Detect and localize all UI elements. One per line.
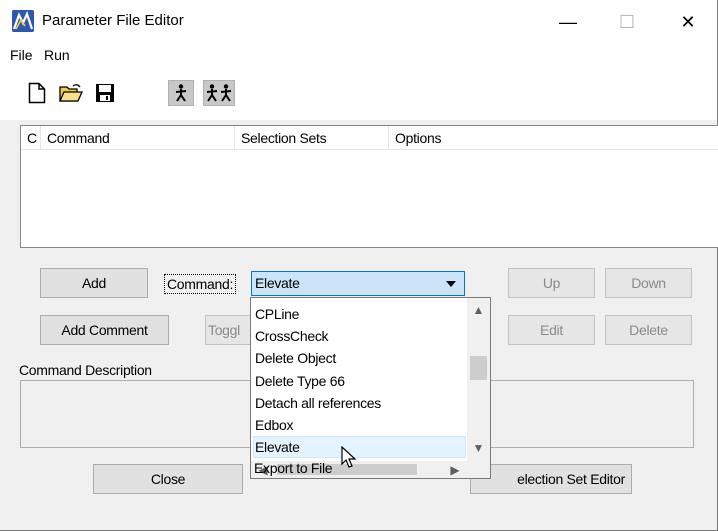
run-multiple-icon xyxy=(206,84,232,102)
up-button[interactable]: Up xyxy=(508,268,595,298)
app-icon xyxy=(12,10,34,32)
column-header-options[interactable]: Options xyxy=(389,126,718,150)
dropdown-option-selected[interactable]: Elevate xyxy=(253,436,466,458)
new-file-button[interactable] xyxy=(24,80,50,106)
scroll-up-icon[interactable]: ▲ xyxy=(467,300,490,320)
menu-bar: File Run xyxy=(0,44,717,66)
dropdown-vertical-scrollbar[interactable]: ▲ ▼ xyxy=(467,298,490,461)
scrollbar-corner xyxy=(467,461,490,478)
column-header-c[interactable]: C xyxy=(21,126,41,150)
command-description-label: Command Description xyxy=(19,362,152,378)
dropdown-option[interactable]: Edbox xyxy=(253,414,466,436)
close-button[interactable]: Close xyxy=(93,464,243,494)
dropdown-option[interactable]: Detach all references xyxy=(253,392,466,414)
save-icon xyxy=(96,84,114,102)
command-combobox-value: Elevate xyxy=(255,275,300,291)
save-button[interactable] xyxy=(92,80,118,106)
command-dropdown-list[interactable]: CPLine CrossCheck Delete Object Delete T… xyxy=(250,297,491,479)
open-file-button[interactable] xyxy=(58,80,84,106)
dropdown-option[interactable]: CPLine xyxy=(253,303,466,325)
dropdown-option[interactable]: Delete Object xyxy=(253,347,466,369)
dropdown-option[interactable]: Export to File xyxy=(252,457,465,479)
window-title: Parameter File Editor xyxy=(42,12,184,29)
add-button[interactable]: Add xyxy=(40,268,148,298)
minimize-icon: — xyxy=(559,11,577,32)
delete-button[interactable]: Delete xyxy=(605,315,692,345)
down-button[interactable]: Down xyxy=(605,268,692,298)
close-window-button[interactable]: ✕ xyxy=(665,0,711,44)
close-icon: ✕ xyxy=(680,11,696,32)
command-label: Command: xyxy=(164,274,237,294)
dropdown-option[interactable]: Delete Type 66 xyxy=(253,370,466,392)
column-header-selection-sets[interactable]: Selection Sets xyxy=(235,126,389,150)
command-list[interactable]: C Command Selection Sets Options xyxy=(20,125,718,248)
edit-button[interactable]: Edit xyxy=(508,315,595,345)
run-single-button[interactable] xyxy=(168,80,194,106)
scroll-down-icon[interactable]: ▼ xyxy=(467,438,490,458)
chevron-down-icon[interactable] xyxy=(446,281,456,287)
menu-run[interactable]: Run xyxy=(44,47,70,63)
list-header: C Command Selection Sets Options xyxy=(21,126,718,150)
maximize-icon: ☐ xyxy=(618,11,636,32)
run-multiple-button[interactable] xyxy=(203,80,235,106)
menu-file[interactable]: File xyxy=(10,47,33,63)
command-combobox[interactable]: Elevate xyxy=(251,271,465,296)
new-file-icon xyxy=(28,82,46,104)
vertical-scroll-thumb[interactable] xyxy=(470,356,487,380)
parameter-file-editor-window: Parameter File Editor — ☐ ✕ File Run C C… xyxy=(0,0,718,531)
dropdown-option[interactable]: CrossCheck xyxy=(253,325,466,347)
minimize-button[interactable]: — xyxy=(545,0,591,44)
maximize-button[interactable]: ☐ xyxy=(604,0,650,44)
toolbar xyxy=(0,66,717,120)
selection-set-editor-button[interactable]: election Set Editor xyxy=(470,464,632,494)
mouse-cursor-icon xyxy=(341,446,357,468)
column-header-command[interactable]: Command xyxy=(41,126,235,150)
add-comment-button[interactable]: Add Comment xyxy=(40,315,169,345)
open-folder-icon xyxy=(59,84,83,102)
run-single-icon xyxy=(175,84,187,102)
title-bar: Parameter File Editor — ☐ ✕ xyxy=(0,0,717,44)
